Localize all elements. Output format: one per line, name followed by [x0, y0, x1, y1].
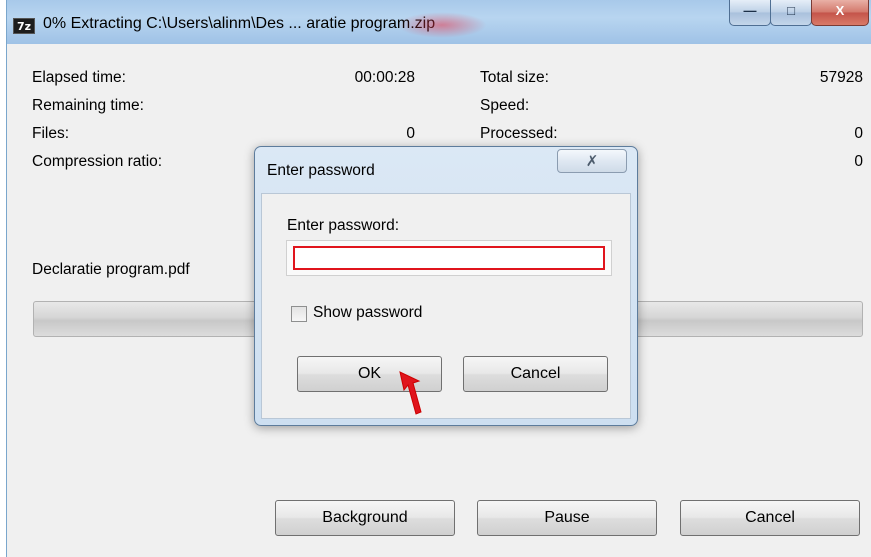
maximize-button[interactable]: □ — [770, 0, 812, 26]
window-title: 0% Extracting C:\Users\alinm\Des ... ara… — [43, 15, 436, 32]
dialog-cancel-button[interactable]: Cancel — [463, 356, 608, 392]
red-pointer-arrow-icon — [399, 371, 422, 415]
title-bar[interactable]: 7z 0% Extracting C:\Users\alinm\Des ... … — [7, 0, 871, 44]
close-icon: ✗ — [585, 152, 599, 170]
password-prompt-label: Enter password: — [287, 217, 399, 234]
7zip-icon: 7z — [13, 18, 35, 34]
elapsed-time-value: 00:00:28 — [354, 69, 415, 86]
cancel-button[interactable]: Cancel — [680, 500, 860, 536]
compressed-size-value: 0 — [854, 153, 863, 170]
password-input[interactable] — [293, 246, 605, 270]
total-size-label: Total size: — [480, 69, 549, 86]
current-file-name: Declaratie program.pdf — [32, 261, 190, 278]
remaining-time-label: Remaining time: — [32, 97, 144, 114]
elapsed-time-label: Elapsed time: — [32, 69, 126, 86]
compression-ratio-label: Compression ratio: — [32, 153, 163, 170]
minimize-icon: — — [743, 3, 757, 18]
minimize-button[interactable]: — — [729, 0, 771, 26]
show-password-label[interactable]: Show password — [313, 304, 422, 322]
dialog-body: Enter password: Show password OK Cancel — [261, 193, 631, 419]
title-glow — [397, 12, 487, 38]
files-value: 0 — [406, 125, 415, 142]
background-button[interactable]: Background — [275, 500, 455, 536]
dialog-title: Enter password — [267, 162, 375, 179]
dialog-close-button[interactable]: ✗ — [557, 149, 627, 173]
show-password-checkbox[interactable] — [291, 306, 307, 322]
processed-label: Processed: — [480, 125, 558, 142]
total-size-value: 57928 — [819, 69, 863, 86]
password-dialog: Enter password ✗ Enter password: Show pa… — [254, 146, 638, 426]
speed-label: Speed: — [480, 97, 530, 114]
close-icon: X — [835, 3, 845, 18]
close-button[interactable]: X — [811, 0, 869, 26]
pause-button[interactable]: Pause — [477, 500, 657, 536]
files-label: Files: — [32, 125, 70, 142]
processed-value: 0 — [854, 125, 863, 142]
maximize-icon: □ — [787, 3, 795, 18]
